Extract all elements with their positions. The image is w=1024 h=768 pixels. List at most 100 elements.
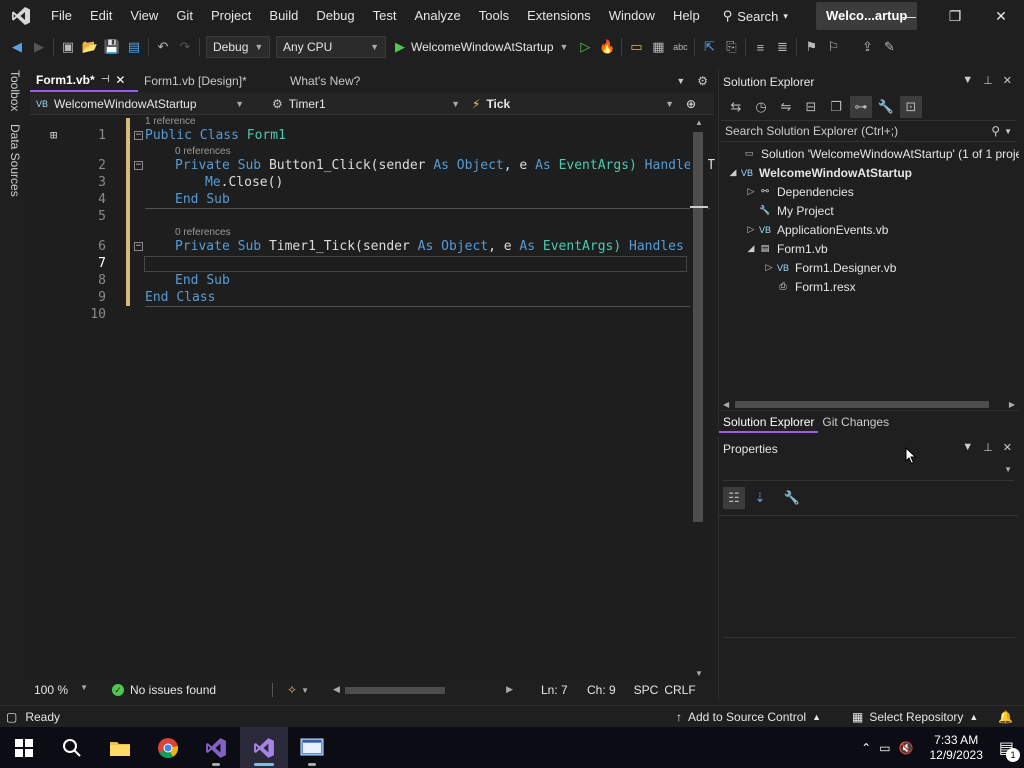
bookmark-button[interactable]: ⚑ [800,36,822,58]
hot-reload-button[interactable]: 🔥 [596,36,618,58]
select-repository-button[interactable]: ▦ Select Repository ▲ [852,710,978,724]
browse-button[interactable]: ▭ [625,36,647,58]
menu-view[interactable]: View [121,0,167,32]
scroll-up-icon[interactable]: ▲ [695,118,703,127]
new-item-button[interactable]: ▣ [57,36,79,58]
tree-item-application-events[interactable]: ▷ VB ApplicationEvents.vb [745,220,889,239]
close-icon[interactable]: ✕ [115,69,125,91]
platform-dropdown[interactable]: Any CPU ▼ [276,36,386,58]
scroll-right-icon[interactable]: ▶ [506,684,513,695]
collapse-all-button[interactable]: ⊟ [800,96,822,118]
pin-icon[interactable]: ⊥ [983,74,993,87]
menu-build[interactable]: Build [260,0,307,32]
sync-button[interactable]: ⇋ [775,96,797,118]
scroll-left-icon[interactable]: ◀ [333,684,340,695]
visual-studio-app[interactable] [192,727,240,768]
scroll-down-icon[interactable]: ▼ [695,669,703,678]
tab-solution-explorer[interactable]: Solution Explorer [719,411,819,433]
column-indicator[interactable]: Ch: 9 [587,683,629,697]
horizontal-scrollbar[interactable]: ◀ ▶ [333,684,513,696]
tree-item-form1[interactable]: ◢ ▤ Form1.vb [745,239,828,258]
menu-analyze[interactable]: Analyze [405,0,469,32]
menu-tools[interactable]: Tools [470,0,518,32]
tree-item-solution[interactable]: ▭ Solution 'WelcomeWindowAtStartup' (1 o… [729,144,1019,163]
chevron-down-icon[interactable]: ▼ [962,441,973,454]
bookmark-nav-button[interactable]: ⚐ [822,36,844,58]
open-button[interactable]: 📂 [79,36,101,58]
scrollbar-thumb[interactable] [735,400,990,408]
start-debugging-button[interactable]: ▶ WelcomeWindowAtStartup ▼ [389,36,574,58]
close-icon[interactable]: ✕ [1003,441,1012,454]
properties-button[interactable]: 🔧 [875,96,897,118]
line-ending-indicator[interactable]: CRLF [663,683,697,697]
app-window-running[interactable] [288,727,336,768]
collapsed-arrow-icon[interactable]: ▷ [745,224,757,235]
toolbox-tab[interactable]: Toolbox [8,70,22,111]
pending-changes-filter-button[interactable]: ◷ [750,96,772,118]
taskbar-search-button[interactable] [48,727,96,768]
tab-form1-vb[interactable]: Form1.vb* ⊣ ✕ [30,70,138,92]
code-editor[interactable]: ⊞ 1 2 3 4 5 6 7 8 9 10 − − − 1 reference… [30,116,715,680]
share-button[interactable]: ⇪ [856,36,878,58]
project-dropdown[interactable]: VB WelcomeWindowAtStartup ▼ [30,93,250,115]
menu-extensions[interactable]: Extensions [518,0,600,32]
menu-window[interactable]: Window [600,0,664,32]
zoom-dropdown[interactable]: 100 % ▼ [30,683,92,697]
data-sources-tab[interactable]: Data Sources [8,124,22,197]
codelens-references[interactable]: 0 references [175,146,231,157]
visual-studio-logo-icon[interactable] [10,5,32,27]
show-all-files-button[interactable]: ❐ [825,96,847,118]
navigate-forward-button[interactable]: ▶ [28,36,50,58]
tab-settings-button[interactable]: ⚙ [691,70,714,92]
close-window-button[interactable]: ✕ [978,0,1024,32]
collapse-region-icon[interactable]: − [134,131,143,140]
member-dropdown[interactable]: ⚡ Tick ▼ [466,93,680,115]
menu-debug[interactable]: Debug [307,0,363,32]
scroll-right-icon[interactable]: ▶ [1009,400,1015,409]
redo-button[interactable]: ↷ [174,36,196,58]
tab-git-changes[interactable]: Git Changes [818,411,893,433]
output-icon[interactable]: ▢ [6,710,17,724]
codelens-references[interactable]: 0 references [175,227,231,238]
categorized-button[interactable]: ☷ [723,487,745,509]
scrollbar-thumb[interactable] [693,132,703,522]
object-selector-dropdown[interactable]: ▼ [723,461,1014,481]
tree-item-my-project[interactable]: 🔧 My Project [745,201,833,220]
start-button[interactable] [0,727,48,768]
chevron-up-icon[interactable]: ⌃ [861,741,871,755]
navigate-back-button[interactable]: ◀ [6,36,28,58]
volume-muted-icon[interactable]: 🔇 [899,741,914,755]
pin-icon[interactable]: ⊣ [101,69,110,91]
menu-git[interactable]: Git [167,0,202,32]
maximize-button[interactable]: ❐ [932,0,978,32]
close-icon[interactable]: ✕ [1003,74,1012,87]
indent-button[interactable]: ≣ [771,36,793,58]
menu-test[interactable]: Test [364,0,406,32]
tree-item-project[interactable]: ◢ VB WelcomeWindowAtStartup [727,163,912,182]
save-all-button[interactable]: ▤ [123,36,145,58]
menu-file[interactable]: File [42,0,81,32]
pin-icon[interactable]: ⊥ [983,441,993,454]
chrome-app[interactable] [144,727,192,768]
scrollbar-thumb[interactable] [344,687,445,694]
scroll-left-icon[interactable]: ◀ [723,400,729,409]
solution-explorer-hscrollbar[interactable]: ◀ ▶ [723,398,1015,410]
notifications-button[interactable]: 🔔 [998,710,1013,724]
select-button[interactable]: ⇱ [698,36,720,58]
format-button[interactable]: ⎘ [720,36,742,58]
collapsed-arrow-icon[interactable]: ▷ [763,262,775,273]
line-indicator[interactable]: Ln: 7 [541,683,587,697]
tree-item-form1-resx[interactable]: ⎙ Form1.resx [763,277,855,294]
tab-list-dropdown[interactable]: ▼ [670,70,691,92]
codelens-references[interactable]: 1 reference [145,116,196,127]
tree-item-dependencies[interactable]: ▷ ⚯ Dependencies [745,182,854,201]
visual-studio-preview-app[interactable] [240,727,288,768]
minimize-button[interactable]: — [886,0,932,32]
clock[interactable]: 7:33 AM 12/9/2023 [929,733,982,763]
menu-edit[interactable]: Edit [81,0,121,32]
configuration-dropdown[interactable]: Debug ▼ [206,36,270,58]
search-button[interactable]: ⚲ Search ▾ [715,0,796,32]
solution-explorer-search-input[interactable]: Search Solution Explorer (Ctrl+;) ⚲ ▼ [721,120,1016,142]
outdent-button[interactable]: ≡ [749,36,771,58]
code-cleanup-button[interactable]: ✧ ▼ [287,683,309,697]
